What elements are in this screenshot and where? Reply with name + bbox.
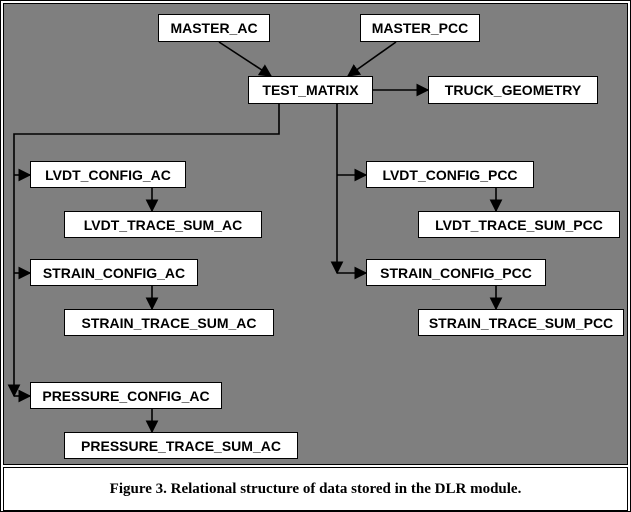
node-master-ac: MASTER_AC — [158, 14, 270, 42]
diagram-canvas: MASTER_AC MASTER_PCC TEST_MATRIX TRUCK_G… — [3, 3, 628, 465]
node-strain-config-pcc: STRAIN_CONFIG_PCC — [366, 259, 546, 286]
figure-caption: Figure 3. Relational structure of data s… — [3, 467, 628, 511]
node-master-pcc: MASTER_PCC — [360, 14, 480, 42]
node-test-matrix: TEST_MATRIX — [248, 76, 373, 104]
node-strain-config-ac: STRAIN_CONFIG_AC — [30, 259, 198, 286]
node-strain-trace-sum-pcc: STRAIN_TRACE_SUM_PCC — [418, 309, 624, 336]
node-lvdt-trace-sum-ac: LVDT_TRACE_SUM_AC — [64, 211, 262, 238]
node-lvdt-trace-sum-pcc: LVDT_TRACE_SUM_PCC — [418, 211, 620, 238]
node-truck-geometry: TRUCK_GEOMETRY — [428, 76, 598, 104]
figure-frame: MASTER_AC MASTER_PCC TEST_MATRIX TRUCK_G… — [0, 0, 631, 512]
node-strain-trace-sum-ac: STRAIN_TRACE_SUM_AC — [64, 309, 274, 336]
node-pressure-trace-sum-ac: PRESSURE_TRACE_SUM_AC — [64, 432, 298, 459]
node-lvdt-config-ac: LVDT_CONFIG_AC — [30, 161, 186, 188]
node-pressure-config-ac: PRESSURE_CONFIG_AC — [30, 382, 222, 409]
node-lvdt-config-pcc: LVDT_CONFIG_PCC — [366, 161, 534, 188]
